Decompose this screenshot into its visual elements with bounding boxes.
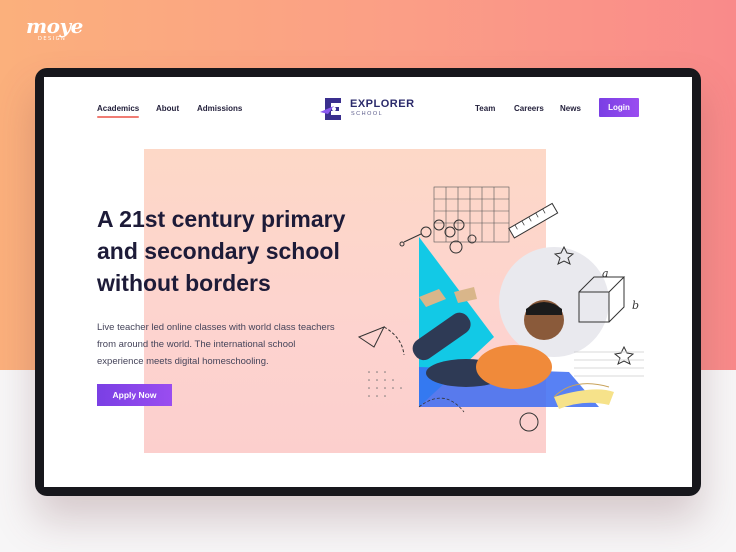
nav-academics[interactable]: Academics <box>97 104 140 118</box>
hero-illustration: a b <box>357 186 644 432</box>
hero-title: A 21st century primary and secondary sch… <box>97 203 397 299</box>
explorer-e-icon <box>320 98 341 120</box>
molecule-doodle <box>399 219 477 254</box>
explorer-school-logo[interactable]: EXPLORER SCHOOL <box>320 95 420 123</box>
monitor-frame: Academics About Admissions EXPLORER SCHO… <box>35 68 701 496</box>
dot-pattern <box>368 371 402 397</box>
hero-description: Live teacher led online classes with wor… <box>97 319 377 370</box>
circle-backdrop <box>499 247 609 357</box>
apply-now-button[interactable]: Apply Now <box>97 384 172 406</box>
nav-careers[interactable]: Careers <box>514 104 544 113</box>
ruler-doodle <box>508 202 559 239</box>
hero-description-line: Live teacher led online classes with wor… <box>97 322 335 333</box>
letter-a: a <box>602 267 609 280</box>
logo-subtitle: SCHOOL <box>351 111 384 117</box>
nav-admissions[interactable]: Admissions <box>197 104 242 113</box>
hero-description-line: from around the world. The international… <box>97 339 296 350</box>
designer-brand: moye DESIGN <box>26 14 116 46</box>
star-doodle <box>613 345 635 365</box>
nav-about[interactable]: About <box>156 104 179 113</box>
login-button[interactable]: Login <box>599 98 639 117</box>
nav-news[interactable]: News <box>560 104 581 113</box>
lined-paper <box>574 351 644 377</box>
donut-doodle <box>519 412 539 432</box>
hero-title-line: A 21st century primary <box>97 206 346 232</box>
hero-title-line: without borders <box>97 270 271 296</box>
nav-team[interactable]: Team <box>475 104 495 113</box>
hero-description-line: experience meets digital homeschooling. <box>97 356 269 367</box>
brand-logo-sub: DESIGN <box>38 36 67 42</box>
letter-b: b <box>632 299 639 312</box>
paper-plane-doodle <box>357 326 405 356</box>
logo-title: EXPLORER <box>350 98 415 110</box>
website-screen: Academics About Admissions EXPLORER SCHO… <box>44 77 692 487</box>
hero-title-line: and secondary school <box>97 238 340 264</box>
brand-logo-script: moye <box>26 14 83 38</box>
